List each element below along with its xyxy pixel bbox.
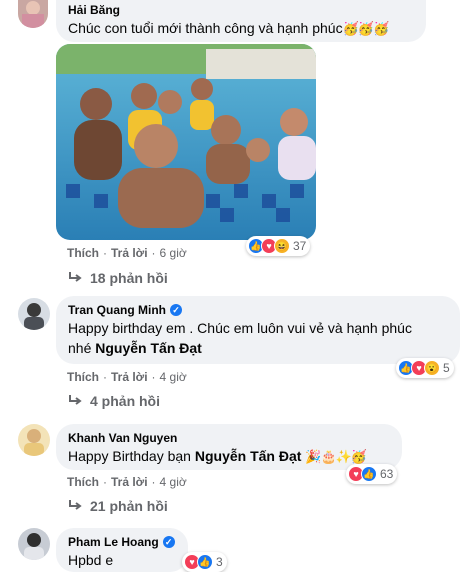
reply-button[interactable]: Trả lời: [111, 370, 148, 384]
comment-text: Hpbd e: [68, 552, 114, 568]
reaction-summary-4[interactable]: ♥ 👍 3: [182, 552, 227, 572]
comment-bubble-4: Pham Le Hoang ✓ Hpbd e: [56, 528, 188, 572]
comment-photo[interactable]: [56, 44, 316, 240]
avatar-tran-quang-minh[interactable]: [18, 298, 50, 330]
comment-bubble-2: Tran Quang Minh ✓ Happy birthday em . Ch…: [56, 296, 460, 364]
replies-count: 4 phản hồi: [90, 393, 160, 409]
avatar-pham-le-hoang[interactable]: [18, 528, 50, 560]
comment-actions-2: Thích · Trả lời · 4 giờ: [67, 370, 187, 384]
replies-count: 18 phản hồi: [90, 270, 168, 286]
comment-time[interactable]: 4 giờ: [160, 370, 187, 384]
view-replies-1[interactable]: 18 phản hồi: [68, 270, 168, 286]
comment-time[interactable]: 6 giờ: [160, 246, 187, 260]
reaction-summary-2[interactable]: 👍 ♥ 😮 5: [396, 358, 454, 378]
like-reaction-icon: 👍: [197, 554, 213, 570]
avatar-khanh-van-nguyen[interactable]: [18, 424, 50, 456]
comment-text: Happy Birthday bạn Nguyễn Tấn Đạt 🎉🎂✨🥳: [68, 448, 367, 464]
like-button[interactable]: Thích: [67, 246, 99, 260]
verified-badge-icon: ✓: [162, 536, 175, 548]
reply-arrow-icon: [68, 270, 82, 286]
like-button[interactable]: Thích: [67, 370, 99, 384]
verified-badge-icon: ✓: [170, 304, 182, 316]
reply-button[interactable]: Trả lời: [111, 246, 148, 260]
mention-tag[interactable]: Nguyễn Tấn Đạt: [95, 340, 202, 356]
comment-text: Chúc con tuổi mới thành công và hạnh phú…: [68, 20, 390, 36]
haha-reaction-icon: 😆: [274, 238, 290, 254]
avatar-hai-bang[interactable]: [18, 0, 48, 28]
comment-author[interactable]: Tran Quang Minh ✓: [68, 302, 448, 318]
comment-author[interactable]: Pham Le Hoang ✓: [68, 534, 176, 550]
mention-tag[interactable]: Nguyễn Tấn Đạt: [195, 448, 302, 464]
replies-count: 21 phản hồi: [90, 498, 168, 514]
view-replies-2[interactable]: 4 phản hồi: [68, 393, 160, 409]
celebration-emoji-icon: 🎉🎂✨🥳: [305, 449, 367, 464]
reaction-summary-1[interactable]: 👍 ♥ 😆 37: [246, 236, 311, 256]
reaction-count: 63: [380, 467, 394, 481]
comment-bubble-3: Khanh Van Nguyen Happy Birthday bạn Nguy…: [56, 424, 402, 470]
wow-reaction-icon: 😮: [424, 360, 440, 376]
reaction-summary-3[interactable]: ♥ 👍 63: [346, 464, 398, 484]
reply-arrow-icon: [68, 393, 82, 409]
reply-arrow-icon: [68, 498, 82, 514]
like-reaction-icon: 👍: [361, 466, 377, 482]
reaction-count: 5: [443, 361, 450, 375]
reaction-count: 3: [216, 555, 223, 569]
comment-author[interactable]: Hải Băng: [68, 2, 414, 18]
party-face-emoji-icon: 🥳🥳🥳: [342, 21, 390, 36]
comment-bubble-1: Hải Băng Chúc con tuổi mới thành công và…: [56, 0, 426, 42]
comment-actions-1: Thích · Trả lời · 6 giờ: [67, 246, 187, 260]
view-replies-3[interactable]: 21 phản hồi: [68, 498, 168, 514]
comment-time[interactable]: 4 giờ: [160, 475, 187, 489]
comment-actions-3: Thích · Trả lời · 4 giờ: [67, 475, 187, 489]
reaction-count: 37: [293, 239, 307, 253]
comment-author[interactable]: Khanh Van Nguyen: [68, 430, 390, 446]
comment-text: Happy birthday em . Chúc em luôn vui vẻ …: [68, 320, 412, 356]
like-button[interactable]: Thích: [67, 475, 99, 489]
reply-button[interactable]: Trả lời: [111, 475, 148, 489]
